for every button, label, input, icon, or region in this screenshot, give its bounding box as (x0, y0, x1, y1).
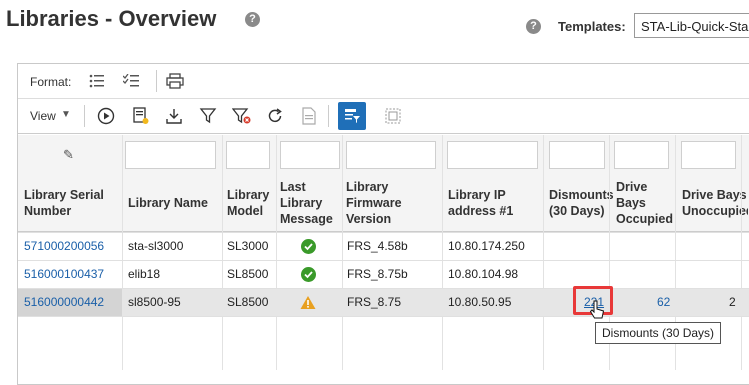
filter-library-name[interactable] (125, 141, 216, 169)
warning-status-icon (300, 295, 316, 313)
clear-row-icon[interactable]: ✎ (63, 147, 74, 163)
run-icon[interactable] (95, 105, 117, 127)
bays-unoccupied: 2 (729, 295, 736, 309)
library-name: sta-sl3000 (128, 239, 184, 253)
filter-last-message[interactable] (280, 141, 340, 169)
page-title: Libraries - Overview (6, 6, 217, 31)
serial-link[interactable]: 516000000442 (24, 289, 104, 316)
chevron-down-icon[interactable]: ▼ (61, 109, 71, 120)
checklist-format-icon[interactable] (120, 70, 142, 92)
templates-help-icon[interactable]: ? (526, 19, 541, 34)
bays-occupied-link[interactable]: 62 (657, 289, 670, 316)
ip-address: 10.80.104.98 (448, 267, 519, 281)
filter-bays-occupied[interactable] (614, 141, 669, 169)
report-details-icon (298, 105, 320, 127)
print-icon[interactable] (164, 70, 186, 92)
firmware-version: FRS_4.58b (347, 239, 408, 253)
filter-icon[interactable] (197, 105, 219, 127)
query-by-example-icon[interactable] (338, 102, 366, 130)
templates-select[interactable]: STA-Lib-Quick-Start (634, 13, 749, 38)
column-header[interactable]: Library Name (128, 195, 223, 211)
filter-bays-unoccupied[interactable] (681, 141, 736, 169)
ok-status-icon (301, 267, 316, 285)
library-model: SL8500 (227, 295, 269, 309)
column-header[interactable]: Library Serial Number (24, 187, 119, 219)
column-header[interactable]: Drive Bays Unoccupied (682, 187, 748, 219)
templates-label: Templates: (558, 19, 626, 34)
format-bar: Format: (18, 64, 749, 99)
library-name: sl8500-95 (128, 295, 181, 309)
column-header[interactable]: Dismounts (30 Days) (549, 187, 615, 219)
view-menu[interactable]: View (30, 109, 56, 123)
download-icon[interactable] (163, 105, 185, 127)
edit-report-icon[interactable] (130, 105, 152, 127)
freeze-column-icon (382, 105, 404, 127)
firmware-version: FRS_8.75 (347, 295, 402, 309)
filter-dismounts[interactable] (549, 141, 605, 169)
library-model: SL3000 (227, 239, 269, 253)
header-row: Library Serial Number Library Name Libra… (18, 175, 749, 232)
serial-link[interactable]: 516000100437 (24, 261, 104, 288)
filter-firmware[interactable] (346, 141, 436, 169)
table-row-selected[interactable]: 516000000442 sl8500-95 SL8500 FRS_8.75 1… (18, 288, 749, 317)
ip-address: 10.80.50.95 (448, 295, 512, 309)
column-header[interactable]: Library Model (227, 187, 272, 219)
column-header[interactable]: Library Firmware Version (346, 179, 436, 227)
list-format-icon[interactable] (86, 70, 108, 92)
library-model: SL8500 (227, 267, 269, 281)
action-bar: View ▼ (18, 99, 749, 134)
clear-filter-icon[interactable] (231, 105, 253, 127)
column-header[interactable]: Library IP address #1 (448, 187, 538, 219)
format-label: Format: (30, 75, 72, 89)
filter-ip-address[interactable] (447, 141, 538, 169)
dismounts-tooltip: Dismounts (30 Days) (595, 322, 722, 344)
filter-library-model[interactable] (226, 141, 270, 169)
table-row[interactable]: 516000100437 elib18 SL8500 FRS_8.75b 10.… (18, 260, 749, 288)
filter-row: ✎ (18, 135, 749, 176)
ip-address: 10.80.174.250 (448, 239, 525, 253)
ok-status-icon (301, 239, 316, 257)
serial-link[interactable]: 571000200056 (24, 233, 104, 260)
refresh-icon[interactable] (264, 105, 286, 127)
column-header[interactable]: Last Library Message (280, 179, 342, 227)
firmware-version: FRS_8.75b (347, 267, 408, 281)
table-row[interactable]: 571000200056 sta-sl3000 SL3000 FRS_4.58b… (18, 232, 749, 260)
library-name: elib18 (128, 267, 161, 281)
column-header[interactable]: Drive Bays Occupied (616, 179, 676, 227)
help-icon[interactable]: ? (245, 12, 260, 27)
